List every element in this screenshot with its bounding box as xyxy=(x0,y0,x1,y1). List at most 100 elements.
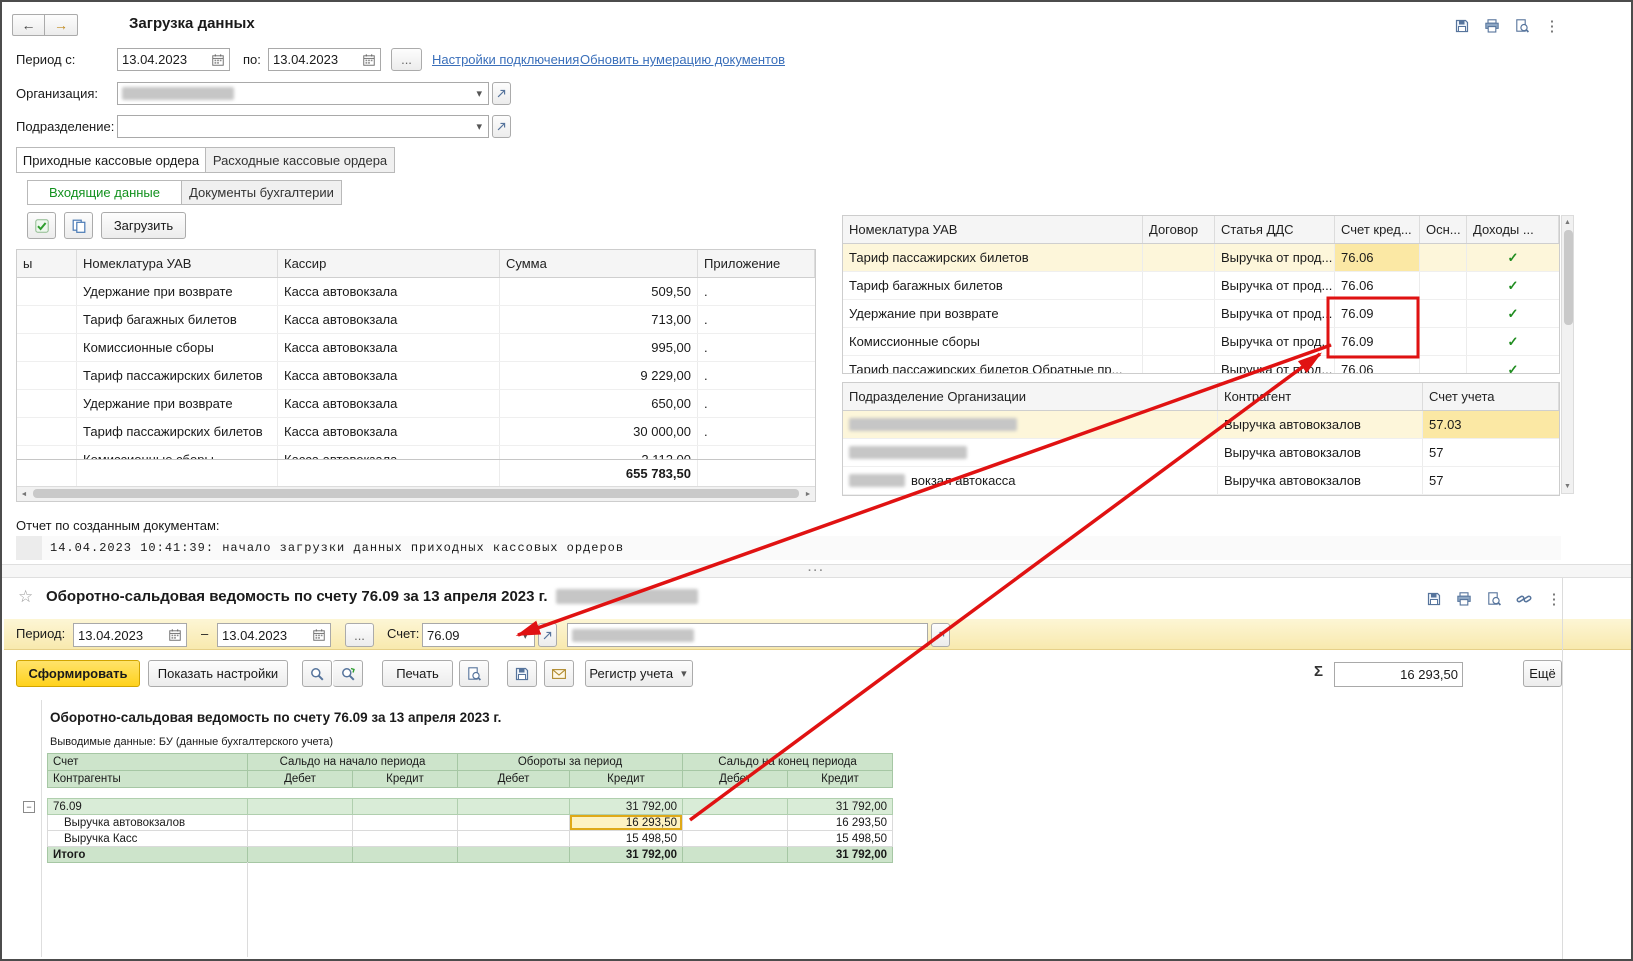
account-group-row[interactable]: 76.09 31 792,00 31 792,00 xyxy=(47,798,893,815)
accounting-register-dropdown[interactable]: Регистр учета ▾ xyxy=(585,660,693,687)
subtab-accounting-documents[interactable]: Документы бухгалтерии xyxy=(182,180,342,205)
table-row[interactable]: Тариф багажных билетов Касса автовокзала… xyxy=(17,306,815,334)
period-from-input[interactable]: 13.04.2023 xyxy=(117,48,230,71)
calendar-icon[interactable] xyxy=(312,628,326,642)
cell-end-debit[interactable] xyxy=(683,799,788,815)
table-row-partial[interactable]: Тариф пассажирских билетов Обратные пр..… xyxy=(843,356,1559,373)
department-open-button[interactable] xyxy=(492,115,511,138)
cell-turnover-credit[interactable]: 15 498,50 xyxy=(570,831,683,847)
forward-button[interactable]: → xyxy=(45,14,78,36)
panel-splitter[interactable]: ··· xyxy=(2,564,1631,578)
connection-settings-link[interactable]: Настройки подключения xyxy=(432,52,579,67)
organization-select[interactable]: ▾ xyxy=(117,82,489,105)
organization-open-button[interactable] xyxy=(492,82,511,105)
contractor-row[interactable]: Выручка Касс 15 498,50 15 498,50 xyxy=(47,831,893,847)
cell-turnover-credit[interactable]: 31 792,00 xyxy=(570,847,683,863)
generate-button[interactable]: Сформировать xyxy=(16,660,140,687)
cell-end-debit[interactable] xyxy=(683,831,788,847)
print-button[interactable]: Печать xyxy=(382,660,453,687)
table-row[interactable]: Удержание при возврате Касса автовокзала… xyxy=(17,278,815,306)
cell-account[interactable]: 57 xyxy=(1423,467,1559,494)
cell-total-label[interactable]: Итого xyxy=(48,847,248,863)
cell-start-debit[interactable] xyxy=(248,831,353,847)
cell-credit-account[interactable]: 76.06 xyxy=(1335,244,1420,271)
department-select[interactable]: ▾ xyxy=(117,115,489,138)
cell-end-credit[interactable]: 31 792,00 xyxy=(788,799,893,815)
table-row[interactable]: Выручка автовокзалов 57.03 xyxy=(843,411,1559,439)
table-row-partial[interactable]: Комиссионные сборы Касса автовокзала 2 1… xyxy=(17,446,815,459)
scroll-down-arrow[interactable]: ▼ xyxy=(1562,480,1573,493)
cell-credit-account[interactable]: 76.06 xyxy=(1335,272,1420,299)
subtab-incoming-data[interactable]: Входящие данные xyxy=(27,180,182,205)
table-row[interactable]: Тариф багажных билетов Выручка от прод..… xyxy=(843,272,1559,300)
scroll-up-arrow[interactable]: ▲ xyxy=(1562,216,1573,229)
favorite-star-button[interactable]: ☆ xyxy=(18,587,33,607)
table-row[interactable]: Удержание при возврате Касса автовокзала… xyxy=(17,390,815,418)
chevron-down-icon[interactable]: ▾ xyxy=(474,87,484,100)
calendar-icon[interactable] xyxy=(168,628,182,642)
print-button[interactable] xyxy=(1451,588,1477,610)
send-email-button[interactable] xyxy=(544,660,574,687)
cell-start-debit[interactable] xyxy=(248,847,353,863)
table-row[interactable]: вокзал автокасса Выручка автовокзалов 57 xyxy=(843,467,1559,495)
scroll-left-arrow[interactable]: ◄ xyxy=(17,487,31,501)
period-to-input[interactable]: 13.04.2023 xyxy=(268,48,381,71)
more-menu-button[interactable]: ⋮ xyxy=(1541,588,1567,610)
more-actions-button[interactable]: Ещё xyxy=(1523,660,1562,687)
cell-contractor[interactable]: Выручка Касс xyxy=(48,831,248,847)
table-row[interactable]: Выручка автовокзалов 57 xyxy=(843,439,1559,467)
load-button[interactable]: Загрузить xyxy=(101,212,186,239)
vertical-scrollbar[interactable]: ▲ ▼ xyxy=(1561,215,1574,494)
table-row[interactable]: Тариф пассажирских билетов Выручка от пр… xyxy=(843,244,1559,272)
table-row[interactable]: Комиссионные сборы Касса автовокзала 995… xyxy=(17,334,815,362)
cell-income-checkbox[interactable]: ✓ xyxy=(1467,300,1559,327)
table-row[interactable]: Тариф пассажирских билетов Касса автовок… xyxy=(17,362,815,390)
cell-end-debit[interactable] xyxy=(683,847,788,863)
copy-button[interactable] xyxy=(64,212,93,239)
period-more-button[interactable]: ... xyxy=(391,48,422,71)
account-select[interactable]: 76.09 ▾ xyxy=(422,623,535,647)
horizontal-scrollbar[interactable]: ◄ ► xyxy=(17,486,815,501)
organization-open-button[interactable] xyxy=(931,623,950,647)
get-link-button[interactable] xyxy=(1511,588,1537,610)
cell-turnover-debit[interactable] xyxy=(458,799,570,815)
cell-start-debit[interactable] xyxy=(248,815,353,831)
cell-end-debit[interactable] xyxy=(683,815,788,831)
chevron-down-icon[interactable]: ▾ xyxy=(474,120,484,133)
cell-start-credit[interactable] xyxy=(353,815,458,831)
show-settings-button[interactable]: Показать настройки xyxy=(148,660,288,687)
cell-turnover-debit[interactable] xyxy=(458,831,570,847)
print-button[interactable] xyxy=(1479,15,1505,37)
table-row[interactable]: Комиссионные сборы Выручка от прод... 76… xyxy=(843,328,1559,356)
cell-income-checkbox[interactable]: ✓ xyxy=(1467,244,1559,271)
report-period-to-input[interactable]: 13.04.2023 xyxy=(217,623,331,647)
save-report-button[interactable] xyxy=(507,660,537,687)
select-all-button[interactable] xyxy=(27,212,56,239)
contractor-row[interactable]: Выручка автовокзалов 16 293,50 16 293,50 xyxy=(47,815,893,831)
total-row[interactable]: Итого 31 792,00 31 792,00 xyxy=(47,847,893,863)
tab-outgoing-cash-orders[interactable]: Расходные кассовые ордера xyxy=(206,147,395,173)
more-menu-button[interactable]: ⋮ xyxy=(1539,15,1565,37)
chevron-down-icon[interactable]: ▾ xyxy=(520,629,530,642)
log-area[interactable]: 14.04.2023 10:41:39: начало загрузки дан… xyxy=(16,536,1561,560)
back-button[interactable]: ← xyxy=(12,14,45,36)
cell-start-debit[interactable] xyxy=(248,799,353,815)
report-period-from-input[interactable]: 13.04.2023 xyxy=(73,623,187,647)
cell-end-credit[interactable]: 31 792,00 xyxy=(788,847,893,863)
calendar-icon[interactable] xyxy=(362,53,376,67)
cell-start-credit[interactable] xyxy=(353,831,458,847)
cell-income-checkbox[interactable]: ✓ xyxy=(1467,328,1559,355)
cell-turnover-debit[interactable] xyxy=(458,847,570,863)
preview-button[interactable] xyxy=(1481,588,1507,610)
save-button[interactable] xyxy=(1449,15,1475,37)
cell-turnover-credit-selected[interactable]: 16 293,50 xyxy=(570,815,683,831)
search-next-button[interactable] xyxy=(333,660,363,687)
autosum-field[interactable]: 16 293,50 xyxy=(1334,662,1463,687)
search-button[interactable] xyxy=(302,660,332,687)
table-row[interactable]: Тариф пассажирских билетов Касса автовок… xyxy=(17,418,815,446)
tab-incoming-cash-orders[interactable]: Приходные кассовые ордера xyxy=(16,147,206,173)
cell-credit-account[interactable]: 76.09 xyxy=(1335,328,1420,355)
cell-end-credit[interactable]: 16 293,50 xyxy=(788,815,893,831)
cell-start-credit[interactable] xyxy=(353,847,458,863)
collapse-group-button[interactable]: − xyxy=(23,801,35,813)
